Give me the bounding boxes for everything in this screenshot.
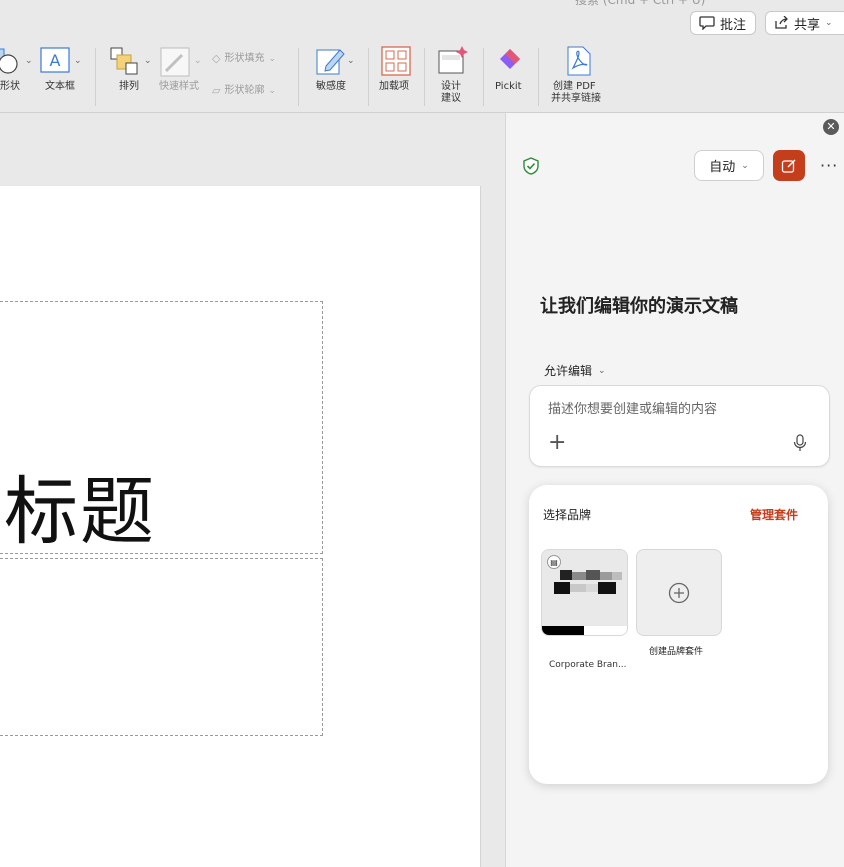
pane-heading: 让我们编辑你的演示文稿 xyxy=(540,296,738,317)
share-icon xyxy=(775,16,788,29)
textbox-icon: A xyxy=(40,47,70,73)
new-chat-button[interactable] xyxy=(773,150,805,181)
arrange-label: 排列 xyxy=(119,81,139,92)
chevron-down-icon[interactable]: ⌄ xyxy=(25,56,33,66)
quick-styles-button xyxy=(160,47,190,81)
chevron-down-icon[interactable]: ⌄ xyxy=(74,56,82,66)
more-options-icon[interactable]: ··· xyxy=(820,156,838,175)
chevron-down-icon: ⌄ xyxy=(825,18,833,28)
comments-label: 批注 xyxy=(720,17,747,33)
ribbon-separator xyxy=(95,48,96,106)
svg-text:A: A xyxy=(50,51,61,70)
shape-outline-label: 形状轮廓 xyxy=(224,84,265,96)
chevron-down-icon: ⌄ xyxy=(268,53,277,64)
textbox-label: 文本框 xyxy=(45,81,75,92)
quick-styles-icon xyxy=(160,47,190,77)
shape-outline-button: ▱ 形状轮廓 ⌄ xyxy=(212,84,276,97)
pdf-label-2: 并共享链接 xyxy=(551,93,601,104)
designer-button[interactable] xyxy=(438,45,470,81)
pdf-label-1: 创建 PDF xyxy=(553,81,596,92)
share-label: 共享 xyxy=(794,17,821,33)
ribbon-separator xyxy=(368,48,369,106)
chevron-down-icon: ⌄ xyxy=(268,85,277,96)
arrange-icon xyxy=(110,47,138,75)
auto-mode-label: 自动 xyxy=(709,160,736,175)
briefcase-icon: ▤ xyxy=(547,555,561,569)
pdf-icon xyxy=(567,46,591,76)
sensitivity-button[interactable] xyxy=(316,46,346,80)
addins-label: 加载项 xyxy=(379,81,409,92)
addins-button[interactable] xyxy=(381,46,411,80)
allow-edit-dropdown[interactable]: 允许编辑 ⌄ xyxy=(544,362,606,379)
close-icon[interactable]: ✕ xyxy=(823,119,839,135)
shape-label: 形状 xyxy=(0,81,20,92)
quick-styles-label: 快速样式 xyxy=(159,81,199,92)
share-button[interactable]: 共享 ⌄ xyxy=(765,11,844,35)
sensitivity-label: 敏感度 xyxy=(316,81,346,92)
brand-section-title: 选择品牌 xyxy=(543,508,592,522)
pickit-icon xyxy=(500,49,520,69)
addins-icon xyxy=(381,46,411,76)
chevron-down-icon: ⌄ xyxy=(598,365,606,376)
pickit-button[interactable] xyxy=(497,47,523,77)
allow-edit-label: 允许编辑 xyxy=(544,364,593,378)
pickit-label: Pickit xyxy=(495,81,522,92)
prompt-input[interactable]: 描述你想要创建或编辑的内容 xyxy=(548,398,717,417)
manage-kits-link[interactable]: 管理套件 xyxy=(750,506,798,523)
microphone-icon[interactable] xyxy=(793,434,807,456)
designer-label-1: 设计 xyxy=(441,81,461,92)
subtitle-placeholder[interactable] xyxy=(0,558,323,736)
shape-icon xyxy=(0,48,18,74)
comments-button[interactable]: 批注 xyxy=(690,11,756,35)
add-circle-icon xyxy=(668,582,690,603)
search-hint[interactable]: 搜索 (Cmd + Ctrl + U) xyxy=(575,0,705,8)
chevron-down-icon: ⌄ xyxy=(194,56,202,66)
chevron-down-icon[interactable]: ⌄ xyxy=(144,56,152,66)
shape-fill-label: 形状填充 xyxy=(224,52,265,64)
slide-title[interactable]: 标题 xyxy=(4,452,156,559)
ribbon-separator xyxy=(298,48,299,106)
create-brand-kit-label: 创建品牌套件 xyxy=(649,647,704,657)
pencil-icon: ▱ xyxy=(212,84,221,97)
compose-icon xyxy=(781,159,796,173)
create-pdf-button[interactable] xyxy=(565,46,593,80)
brand-kit-label: Corporate Bran... xyxy=(549,660,627,670)
auto-mode-dropdown[interactable]: 自动 ⌄ xyxy=(694,150,764,181)
arrange-button[interactable] xyxy=(110,47,140,81)
chevron-down-icon[interactable]: ⌄ xyxy=(347,56,355,66)
chevron-down-icon: ⌄ xyxy=(741,160,749,171)
comment-icon xyxy=(699,16,715,30)
add-attachment-icon[interactable]: + xyxy=(548,432,566,454)
paint-bucket-icon: ◇ xyxy=(212,52,221,65)
shield-icon xyxy=(522,157,540,179)
ribbon-separator xyxy=(538,48,539,106)
create-brand-kit-button[interactable] xyxy=(636,549,722,636)
sensitivity-icon xyxy=(316,49,345,75)
designer-label-2: 建议 xyxy=(441,93,461,104)
textbox-button[interactable]: A xyxy=(40,47,70,77)
shape-button[interactable] xyxy=(0,47,24,81)
designer-icon xyxy=(438,46,468,74)
ribbon-separator xyxy=(424,48,425,106)
shape-fill-button: ◇ 形状填充 ⌄ xyxy=(212,52,276,65)
ribbon-separator xyxy=(483,48,484,106)
